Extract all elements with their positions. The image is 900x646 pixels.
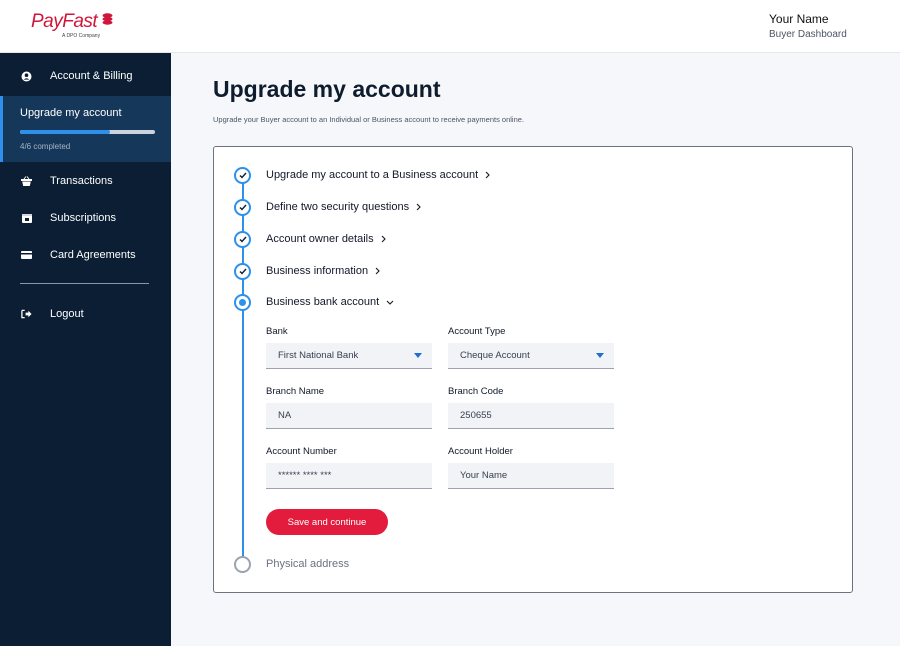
step-label: Business bank account — [266, 296, 380, 308]
dropdown-caret-icon — [596, 353, 604, 358]
empty-circle-icon — [234, 555, 251, 573]
account-type-field: Account Type Cheque Account — [448, 326, 614, 369]
current-step-icon — [234, 293, 251, 311]
sidebar-item-transactions[interactable]: Transactions — [0, 163, 171, 199]
sidebar-item-card-agreements[interactable]: Card Agreements — [0, 237, 171, 273]
account-number-field: Account Number ****** **** *** — [266, 446, 432, 489]
logo-wordmark: PayFast — [31, 11, 98, 32]
step-label: Account owner details — [266, 233, 374, 245]
bank-label: Bank — [266, 326, 288, 337]
check-circle-icon — [234, 230, 251, 248]
sidebar-item-label: Logout — [50, 308, 84, 320]
sidebar-divider — [20, 283, 149, 284]
user-role: Buyer Dashboard — [769, 29, 847, 40]
step-physical-address[interactable]: Physical address — [234, 555, 349, 573]
upgrade-progress-bar — [20, 130, 155, 134]
sidebar-item-label: Card Agreements — [50, 249, 136, 261]
account-number-value: ****** **** *** — [278, 470, 332, 481]
chevron-right-icon — [416, 203, 421, 211]
upgrade-steps-card: Upgrade my account to a Business account… — [213, 146, 853, 593]
save-and-continue-button[interactable]: Save and continue — [266, 509, 388, 535]
check-circle-icon — [234, 166, 251, 184]
step-business-bank-account[interactable]: Business bank account — [234, 293, 394, 311]
branch-name-field: Branch Name NA — [266, 386, 432, 429]
check-circle-icon — [234, 262, 251, 280]
account-number-input[interactable]: ****** **** *** — [266, 463, 432, 489]
branch-name-label: Branch Name — [266, 386, 325, 397]
user-circle-icon — [21, 71, 32, 82]
step-business-account[interactable]: Upgrade my account to a Business account — [234, 166, 490, 184]
chevron-right-icon — [381, 235, 386, 243]
account-holder-input[interactable]: Your Name — [448, 463, 614, 489]
chevron-down-icon — [386, 300, 394, 305]
step-label: Physical address — [266, 558, 350, 570]
sidebar-item-upgrade-account[interactable]: Upgrade my account 4/6 completed — [0, 96, 171, 162]
bank-select[interactable]: First National Bank — [266, 343, 432, 369]
step-account-owner[interactable]: Account owner details — [234, 230, 386, 248]
sidebar-item-label: Account & Billing — [50, 70, 133, 82]
coin-stack-icon — [102, 12, 113, 30]
check-circle-icon — [234, 198, 251, 216]
main-content: Upgrade my account Upgrade your Buyer ac… — [171, 53, 900, 646]
page-title: Upgrade my account — [213, 76, 441, 102]
branch-name-value: NA — [278, 410, 292, 421]
user-menu[interactable]: Your Name Buyer Dashboard — [769, 12, 847, 40]
account-type-label: Account Type — [448, 326, 506, 337]
chevron-right-icon — [485, 171, 490, 179]
logout-icon — [21, 309, 32, 320]
sidebar-item-label: Subscriptions — [50, 212, 117, 224]
step-security-questions[interactable]: Define two security questions — [234, 198, 421, 216]
step-label: Define two security questions — [266, 201, 410, 213]
calendar-icon — [21, 213, 32, 224]
sidebar: Account & Billing Upgrade my account 4/6… — [0, 53, 171, 646]
account-holder-field: Account Holder Your Name — [448, 446, 614, 489]
branch-name-input[interactable]: NA — [266, 403, 432, 429]
step-label: Business information — [266, 265, 369, 277]
user-name: Your Name — [769, 12, 829, 26]
sidebar-item-account-billing[interactable]: Account & Billing — [0, 58, 171, 94]
sidebar-item-subscriptions[interactable]: Subscriptions — [0, 200, 171, 236]
sidebar-item-logout[interactable]: Logout — [0, 296, 171, 332]
branch-code-input[interactable]: 250655 — [448, 403, 614, 429]
bank-value: First National Bank — [278, 350, 359, 361]
step-label: Upgrade my account to a Business account — [266, 169, 479, 181]
chevron-right-icon — [375, 267, 380, 275]
branch-code-label: Branch Code — [448, 386, 504, 397]
logo-tagline: A DPO Company — [62, 33, 101, 39]
top-bar: PayFast A DPO Company Your Name Buyer Da… — [0, 0, 900, 53]
card-icon — [21, 250, 32, 261]
branch-code-field: Branch Code 250655 — [448, 386, 614, 429]
branch-code-value: 250655 — [460, 410, 492, 421]
dropdown-caret-icon — [414, 353, 422, 358]
account-holder-value: Your Name — [460, 470, 508, 481]
account-holder-label: Account Holder — [448, 446, 513, 457]
bank-field: Bank First National Bank — [266, 326, 432, 369]
progress-text: 4/6 completed — [20, 142, 71, 151]
account-number-label: Account Number — [266, 446, 337, 457]
basket-icon — [21, 176, 32, 187]
step-business-information[interactable]: Business information — [234, 262, 380, 280]
account-type-select[interactable]: Cheque Account — [448, 343, 614, 369]
sidebar-item-label: Transactions — [50, 175, 113, 187]
account-type-value: Cheque Account — [460, 350, 530, 361]
progress-fill — [20, 130, 111, 134]
sidebar-item-label: Upgrade my account — [20, 107, 122, 119]
page-subtitle: Upgrade your Buyer account to an Individ… — [213, 115, 525, 124]
